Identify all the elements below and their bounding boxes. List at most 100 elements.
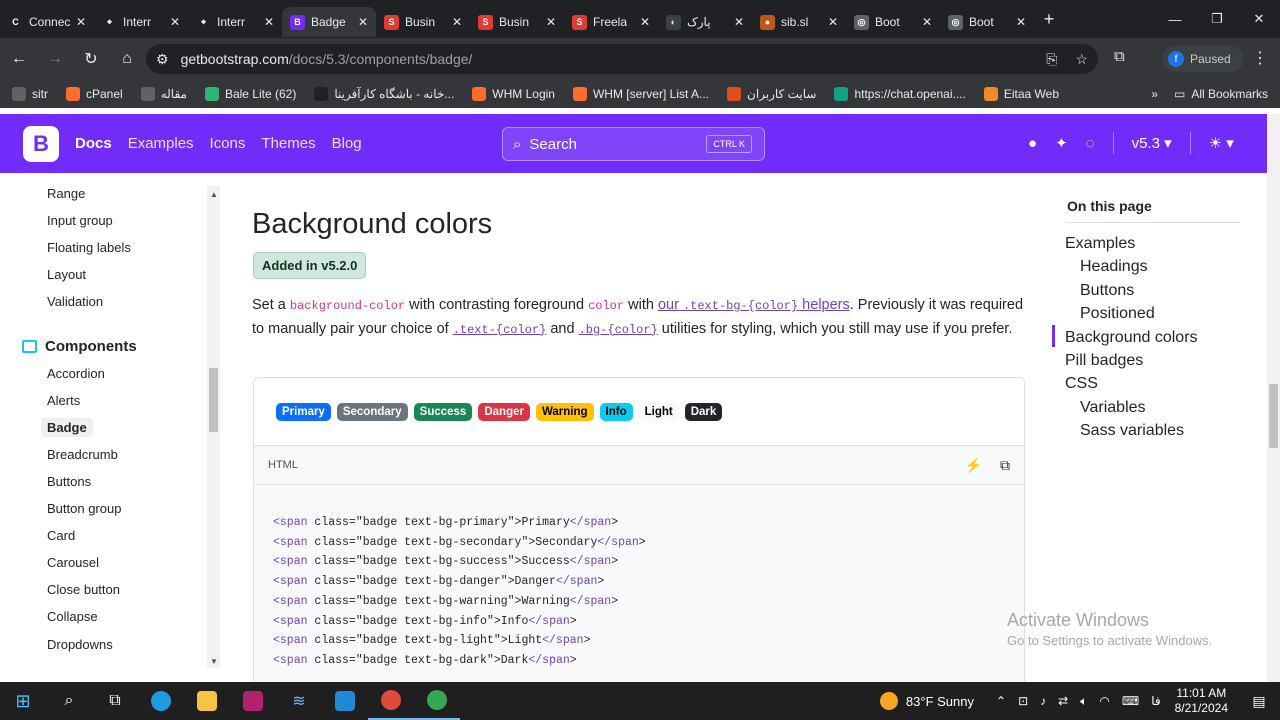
bookmark-item[interactable]: WHM [server] List A... (572, 87, 709, 101)
nav-link-examples[interactable]: Examples (128, 135, 194, 152)
sidebar-item-range[interactable]: Range (47, 186, 85, 201)
minimize-icon[interactable]: — (1154, 0, 1196, 38)
tab-close-icon[interactable]: ✕ (264, 15, 274, 29)
bootstrap-logo[interactable]: B (23, 125, 59, 162)
sidebar-item-input-group[interactable]: Input group (47, 213, 113, 228)
copy-icon[interactable]: ⧉ (1000, 457, 1010, 474)
chrome-profile-icon[interactable] (414, 682, 460, 720)
sidebar-item-close-button[interactable]: Close button (47, 582, 120, 597)
forward-icon[interactable]: → (38, 42, 72, 76)
extensions-icon[interactable]: ⧉ (1114, 48, 1125, 65)
twitter-icon[interactable]: ✦ (1055, 134, 1068, 152)
browser-tab[interactable]: ◎ Boot ✕ (846, 7, 940, 37)
page-scrollbar[interactable] (1267, 114, 1280, 682)
window-close-icon[interactable]: ✕ (1238, 0, 1280, 38)
notifications-icon[interactable]: ▤ (1244, 693, 1274, 710)
home-icon[interactable]: ⌂ (110, 42, 144, 76)
bg-color-link[interactable]: .bg-{color} (579, 321, 658, 337)
tray-app-icon[interactable]: ⊡ (1018, 694, 1028, 709)
sidebar-item-layout[interactable]: Layout (47, 267, 86, 282)
version-dropdown[interactable]: v5.3 ▾ (1132, 134, 1172, 152)
bookmark-item[interactable]: https://chat.openai.... (834, 87, 966, 101)
sidebar-item-badge[interactable]: Badge (41, 417, 93, 437)
tab-close-icon[interactable]: ✕ (546, 15, 556, 29)
toc-item-css[interactable]: CSS (1065, 375, 1098, 393)
tray-network-icon[interactable]: ⇄ (1058, 694, 1068, 709)
scroll-up-icon[interactable]: ▲ (210, 190, 218, 199)
browser-tab[interactable]: B Badge ✕ (282, 7, 376, 37)
sidebar-item-dropdowns[interactable]: Dropdowns (47, 637, 113, 652)
sidebar-item-accordion[interactable]: Accordion (47, 366, 105, 381)
toc-item-background-colors[interactable]: Background colors (1065, 329, 1198, 347)
toc-item-variables[interactable]: Variables (1080, 399, 1146, 417)
tray-chevron-icon[interactable]: ⌃ (996, 694, 1006, 709)
page-scrollbar-thumb[interactable] (1269, 384, 1278, 448)
address-bar[interactable]: ⚙ getbootstrap.com/docs/5.3/components/b… (146, 44, 1098, 74)
restore-icon[interactable]: ❐ (1196, 0, 1238, 38)
browser-tab[interactable]: ⌖ Interr ✕ (94, 7, 188, 37)
chrome-icon[interactable] (368, 682, 414, 720)
bookmark-item[interactable]: مقاله (140, 87, 187, 101)
sidebar-item-carousel[interactable]: Carousel (47, 555, 99, 570)
sidebar-item-collapse[interactable]: Collapse (47, 609, 98, 624)
tab-close-icon[interactable]: ✕ (640, 15, 650, 29)
docs-search-button[interactable]: ⌕ Search CTRL K (502, 127, 765, 161)
bookmark-item[interactable]: cPanel (66, 87, 123, 101)
wifi-icon[interactable]: ◠ (1099, 694, 1109, 709)
browser-tab[interactable]: C Connect t ✕ (0, 7, 94, 37)
toc-item-examples[interactable]: Examples (1065, 235, 1135, 253)
nav-link-themes[interactable]: Themes (261, 135, 315, 152)
new-tab-icon[interactable]: + (1034, 9, 1064, 30)
keyboard-icon[interactable]: ⌨ (1122, 694, 1139, 709)
text-bg-helpers-link[interactable]: our .text-bg-{color} helpers (658, 297, 850, 313)
bookmark-item[interactable]: sitr (12, 87, 48, 101)
sidebar-scrollbar[interactable]: ▲ ▼ (207, 186, 220, 668)
browser-menu-icon[interactable]: ⋮ (1252, 48, 1268, 68)
browser-tab[interactable]: S Busin ✕ (376, 7, 470, 37)
opencollective-icon[interactable]: ◌ (1086, 135, 1095, 152)
theme-toggle-icon[interactable]: ☀ ▾ (1209, 134, 1234, 152)
sidebar-item-validation[interactable]: Validation (47, 294, 103, 309)
weather-widget[interactable]: 83°F Sunny (879, 692, 974, 710)
toc-item-positioned[interactable]: Positioned (1080, 305, 1155, 323)
filezilla-icon[interactable]: ≋ (276, 682, 322, 720)
input-language[interactable]: فا (1151, 694, 1160, 709)
sidebar-item-buttons[interactable]: Buttons (47, 474, 91, 489)
toc-item-buttons[interactable]: Buttons (1080, 282, 1134, 300)
browser-tab[interactable]: ● sib.sl ✕ (752, 7, 846, 37)
toc-item-sass-variables[interactable]: Sass variables (1080, 422, 1184, 440)
bookmark-star-icon[interactable]: ☆ (1075, 51, 1088, 68)
sidebar-item-floating-labels[interactable]: Floating labels (47, 240, 131, 255)
sidebar-item-button-group[interactable]: Button group (47, 501, 121, 516)
bookmark-item[interactable]: WHM Login (472, 87, 555, 101)
taskbar-clock[interactable]: 11:01 AM 8/21/2024 (1175, 686, 1228, 716)
sidebar-scrollbar-thumb[interactable] (209, 368, 218, 432)
windows-start-icon[interactable]: ⊞ (0, 682, 46, 720)
scroll-down-icon[interactable]: ▼ (210, 657, 218, 666)
nav-link-blog[interactable]: Blog (332, 135, 362, 152)
nav-link-icons[interactable]: Icons (210, 135, 246, 152)
edge-icon[interactable] (138, 682, 184, 720)
install-app-icon[interactable]: ⎘ (1046, 51, 1057, 68)
all-bookmarks-folder[interactable]: ▭ All Bookmarks (1174, 87, 1268, 101)
sidebar-item-alerts[interactable]: Alerts (47, 393, 80, 408)
bookmark-item[interactable]: سایت کاربران (727, 87, 816, 101)
tab-close-icon[interactable]: ✕ (828, 15, 838, 29)
browser-tab[interactable]: S Busin ✕ (470, 7, 564, 37)
tab-close-icon[interactable]: ✕ (76, 15, 86, 29)
file-explorer-icon[interactable] (184, 682, 230, 720)
sidebar-item-breadcrumb[interactable]: Breadcrumb (47, 447, 118, 462)
tab-close-icon[interactable]: ✕ (734, 15, 744, 29)
stackblitz-icon[interactable]: ⚡ (965, 457, 982, 474)
browser-tab[interactable]: ◎ Boot ✕ (940, 7, 1034, 37)
github-icon[interactable]: ● (1028, 135, 1037, 152)
nav-link-docs[interactable]: Docs (75, 135, 112, 152)
vscode-icon[interactable] (322, 682, 368, 720)
bookmark-item[interactable]: خانه - باشگاه کارآفرینا... (314, 87, 454, 101)
task-view-icon[interactable]: ⧉ (92, 682, 138, 720)
browser-tab[interactable]: ◐ پارک ✕ (658, 7, 752, 37)
tab-close-icon[interactable]: ✕ (452, 15, 462, 29)
tab-close-icon[interactable]: ✕ (1016, 15, 1026, 29)
toc-item-headings[interactable]: Headings (1080, 258, 1148, 276)
tab-close-icon[interactable]: ✕ (358, 15, 368, 29)
